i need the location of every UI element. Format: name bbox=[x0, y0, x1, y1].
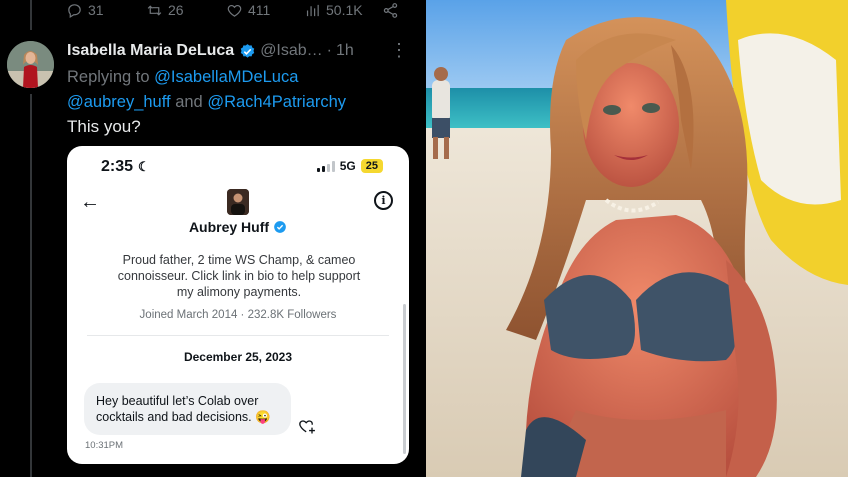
views-button[interactable]: 50.1K bbox=[304, 2, 363, 19]
and-label: and bbox=[175, 93, 203, 111]
replying-to-label: Replying to bbox=[67, 68, 150, 86]
profile-meta: Joined March 2014 · 232.8K Followers bbox=[139, 309, 337, 321]
mention-link[interactable]: @Rach4Patriarchy bbox=[207, 93, 346, 111]
tweet-text: This you? bbox=[67, 117, 141, 136]
share-icon bbox=[383, 2, 398, 18]
tweet-panel: 31 26 411 50.1K Isabella Maria DeLuca @I… bbox=[0, 0, 422, 477]
verified-badge-icon bbox=[240, 43, 255, 58]
battery-icon: 25 bbox=[360, 159, 383, 173]
info-icon: i bbox=[374, 191, 393, 210]
heart-icon bbox=[227, 4, 242, 17]
profile-name: Aubrey Huff bbox=[67, 219, 409, 235]
avatar[interactable] bbox=[7, 41, 54, 88]
scrollbar bbox=[403, 304, 406, 454]
reply-button[interactable]: 31 bbox=[66, 2, 104, 19]
network-label: 5G bbox=[339, 159, 356, 173]
retweet-button[interactable]: 26 bbox=[146, 2, 184, 19]
mention-link[interactable]: @aubrey_huff bbox=[67, 93, 171, 111]
reply-count: 31 bbox=[88, 2, 104, 18]
thread-line bbox=[30, 0, 32, 30]
thread-line bbox=[30, 94, 32, 477]
reply-icon bbox=[68, 3, 81, 18]
status-bar: 5G 25 bbox=[316, 159, 383, 173]
signal-icon bbox=[316, 160, 335, 172]
profile-bio: Proud father, 2 time WS Champ, & cameo c… bbox=[117, 253, 361, 299]
back-arrow-icon: ← bbox=[80, 191, 100, 213]
embedded-screenshot[interactable]: 2:35 ☾ 5G 25 ← i Aubrey Huff Proud fathe… bbox=[67, 146, 409, 464]
author-handle[interactable]: @Isab… bbox=[260, 42, 322, 60]
like-count: 411 bbox=[248, 2, 271, 18]
share-button[interactable] bbox=[382, 2, 399, 19]
conversation-date: December 25, 2023 bbox=[183, 350, 293, 364]
message-bubble: Hey beautiful let’s Colab over cocktails… bbox=[84, 383, 291, 435]
author-name[interactable]: Isabella Maria DeLuca bbox=[67, 42, 234, 60]
analytics-icon bbox=[306, 4, 319, 16]
status-bar-time: 2:35 ☾ bbox=[101, 158, 150, 175]
views-count: 50.1K bbox=[326, 2, 363, 18]
like-button[interactable]: 411 bbox=[226, 2, 270, 19]
verified-badge-icon bbox=[274, 221, 286, 233]
retweet-icon bbox=[147, 4, 162, 16]
profile-avatar bbox=[227, 189, 249, 215]
tweet-time[interactable]: 1h bbox=[336, 42, 354, 60]
divider bbox=[87, 335, 389, 336]
retweet-count: 26 bbox=[168, 2, 184, 18]
message-time: 10:31PM bbox=[85, 440, 124, 451]
replying-to: Replying to @IsabellaMDeLuca @aubrey_huf… bbox=[67, 65, 412, 115]
mention-link[interactable]: @IsabellaMDeLuca bbox=[154, 68, 298, 86]
more-options-button[interactable]: ⋮ bbox=[390, 41, 408, 59]
tweet-header: Isabella Maria DeLuca @Isab… · 1h bbox=[67, 41, 354, 61]
separator-dot: · bbox=[326, 42, 332, 59]
heart-plus-icon bbox=[299, 420, 315, 434]
beach-photo bbox=[426, 0, 848, 477]
moon-icon: ☾ bbox=[138, 159, 150, 174]
